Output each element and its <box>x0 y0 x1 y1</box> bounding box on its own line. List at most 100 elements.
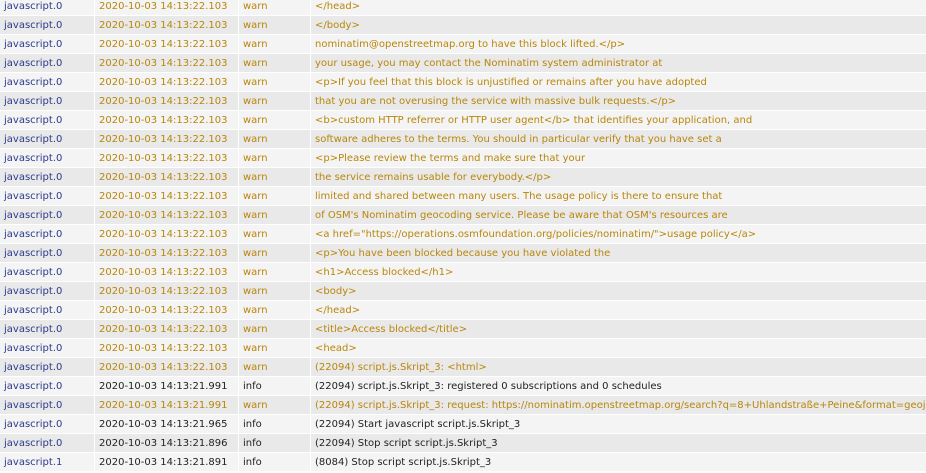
log-timestamp: 2020-10-03 14:13:22.103 <box>95 339 239 357</box>
log-row[interactable]: javascript.0 2020-10-03 14:13:22.103 warn s… <box>0 130 926 149</box>
log-message: the service remains usable for everybody… <box>315 172 552 183</box>
log-severity: warn <box>239 187 311 205</box>
log-source: javascript.0 <box>0 396 95 414</box>
log-severity: info <box>239 453 311 471</box>
log-message: (22094) script.js.Skript_3: registered 0… <box>315 381 662 392</box>
log-severity: warn <box>239 92 311 110</box>
log-source: javascript.0 <box>0 434 95 452</box>
log-source: javascript.0 <box>0 263 95 281</box>
log-timestamp: 2020-10-03 14:13:22.103 <box>95 263 239 281</box>
log-row[interactable]: javascript.0 2020-10-03 14:13:21.991 warn (… <box>0 396 926 415</box>
log-message: (8084) Stop script script.js.Skript_3 <box>315 457 492 468</box>
log-message: <p>Please review the terms and make sure… <box>315 153 586 164</box>
log-row[interactable]: javascript.0 2020-10-03 14:13:22.103 warn <… <box>0 339 926 358</box>
log-source: javascript.0 <box>0 358 95 376</box>
log-severity: warn <box>239 54 311 72</box>
log-source: javascript.0 <box>0 92 95 110</box>
log-timestamp: 2020-10-03 14:13:22.103 <box>95 282 239 300</box>
log-timestamp: 2020-10-03 14:13:21.896 <box>95 434 239 452</box>
log-message: (22094) Stop script script.js.Skript_3 <box>315 438 498 449</box>
log-timestamp: 2020-10-03 14:13:22.103 <box>95 187 239 205</box>
log-row[interactable]: javascript.0 2020-10-03 14:13:22.103 warn (… <box>0 358 926 377</box>
log-severity: info <box>239 377 311 395</box>
log-severity: warn <box>239 73 311 91</box>
log-timestamp: 2020-10-03 14:13:22.103 <box>95 16 239 34</box>
log-source: javascript.0 <box>0 54 95 72</box>
log-timestamp: 2020-10-03 14:13:21.891 <box>95 453 239 471</box>
log-row[interactable]: javascript.0 2020-10-03 14:13:22.103 warn <… <box>0 320 926 339</box>
log-row[interactable]: javascript.0 2020-10-03 14:13:22.103 warn <… <box>0 282 926 301</box>
log-severity: warn <box>239 225 311 243</box>
log-source: javascript.0 <box>0 206 95 224</box>
log-timestamp: 2020-10-03 14:13:22.103 <box>95 0 239 15</box>
log-severity: warn <box>239 282 311 300</box>
log-source: javascript.1 <box>0 453 95 471</box>
log-source: javascript.0 <box>0 73 95 91</box>
log-row[interactable]: javascript.0 2020-10-03 14:13:22.103 warn <… <box>0 244 926 263</box>
log-row[interactable]: javascript.0 2020-10-03 14:13:22.103 warn o… <box>0 206 926 225</box>
log-row[interactable]: javascript.1 2020-10-03 14:13:21.891 info (… <box>0 453 926 472</box>
log-timestamp: 2020-10-03 14:13:22.103 <box>95 206 239 224</box>
log-message: <h1>Access blocked</h1> <box>315 267 454 278</box>
log-timestamp: 2020-10-03 14:13:22.103 <box>95 73 239 91</box>
log-row[interactable]: javascript.0 2020-10-03 14:13:22.103 warn <… <box>0 0 926 16</box>
log-timestamp: 2020-10-03 14:13:21.991 <box>95 396 239 414</box>
log-severity: warn <box>239 358 311 376</box>
log-row[interactable]: javascript.0 2020-10-03 14:13:22.103 warn <… <box>0 111 926 130</box>
log-timestamp: 2020-10-03 14:13:22.103 <box>95 358 239 376</box>
log-message: limited and shared between many users. T… <box>315 191 723 202</box>
log-timestamp: 2020-10-03 14:13:22.103 <box>95 54 239 72</box>
log-severity: warn <box>239 263 311 281</box>
log-timestamp: 2020-10-03 14:13:22.103 <box>95 149 239 167</box>
log-source: javascript.0 <box>0 130 95 148</box>
log-row[interactable]: javascript.0 2020-10-03 14:13:21.991 info (… <box>0 377 926 396</box>
log-row[interactable]: javascript.0 2020-10-03 14:13:22.103 warn <… <box>0 16 926 35</box>
log-message: <a href="https://operations.osmfoundatio… <box>315 229 757 240</box>
log-timestamp: 2020-10-03 14:13:22.103 <box>95 225 239 243</box>
log-severity: warn <box>239 206 311 224</box>
log-row[interactable]: javascript.0 2020-10-03 14:13:22.103 warn <… <box>0 225 926 244</box>
log-row[interactable]: javascript.0 2020-10-03 14:13:21.965 info (… <box>0 415 926 434</box>
log-message: </head> <box>315 305 361 316</box>
log-message: of OSM's Nominatim geocoding service. Pl… <box>315 210 728 221</box>
log-row[interactable]: javascript.0 2020-10-03 14:13:22.103 warn <… <box>0 263 926 282</box>
log-timestamp: 2020-10-03 14:13:22.103 <box>95 168 239 186</box>
log-source: javascript.0 <box>0 35 95 53</box>
log-severity: warn <box>239 244 311 262</box>
log-severity: info <box>239 434 311 452</box>
log-source: javascript.0 <box>0 282 95 300</box>
log-message: <body> <box>315 286 357 297</box>
log-row[interactable]: javascript.0 2020-10-03 14:13:22.103 warn <… <box>0 73 926 92</box>
log-source: javascript.0 <box>0 377 95 395</box>
log-source: javascript.0 <box>0 244 95 262</box>
log-timestamp: 2020-10-03 14:13:22.103 <box>95 35 239 53</box>
log-row[interactable]: javascript.0 2020-10-03 14:13:22.103 warn n… <box>0 35 926 54</box>
log-row[interactable]: javascript.0 2020-10-03 14:13:22.103 warn t… <box>0 92 926 111</box>
log-source: javascript.0 <box>0 187 95 205</box>
log-timestamp: 2020-10-03 14:13:22.103 <box>95 130 239 148</box>
log-message: <b>custom HTTP referrer or HTTP user age… <box>315 115 753 126</box>
log-message: (22094) script.js.Skript_3: request: htt… <box>315 400 926 411</box>
log-timestamp: 2020-10-03 14:13:22.103 <box>95 92 239 110</box>
log-source: javascript.0 <box>0 16 95 34</box>
log-severity: warn <box>239 130 311 148</box>
log-message: your usage, you may contact the Nominati… <box>315 58 663 69</box>
log-severity: warn <box>239 320 311 338</box>
log-row[interactable]: javascript.0 2020-10-03 14:13:22.103 warn y… <box>0 54 926 73</box>
log-message: <title>Access blocked</title> <box>315 324 468 335</box>
log-row[interactable]: javascript.0 2020-10-03 14:13:22.103 warn <… <box>0 301 926 320</box>
log-severity: warn <box>239 301 311 319</box>
log-source: javascript.0 <box>0 320 95 338</box>
log-source: javascript.0 <box>0 301 95 319</box>
log-severity: warn <box>239 35 311 53</box>
log-row[interactable]: javascript.0 2020-10-03 14:13:21.896 info (… <box>0 434 926 453</box>
log-severity: warn <box>239 339 311 357</box>
log-severity: warn <box>239 396 311 414</box>
log-severity: warn <box>239 149 311 167</box>
log-row[interactable]: javascript.0 2020-10-03 14:13:22.103 warn l… <box>0 187 926 206</box>
log-timestamp: 2020-10-03 14:13:21.991 <box>95 377 239 395</box>
log-row[interactable]: javascript.0 2020-10-03 14:13:22.103 warn t… <box>0 168 926 187</box>
log-message: nominatim@openstreetmap.org to have this… <box>315 39 626 50</box>
log-message: <p>If you feel that this block is unjust… <box>315 77 707 88</box>
log-row[interactable]: javascript.0 2020-10-03 14:13:22.103 warn <… <box>0 149 926 168</box>
